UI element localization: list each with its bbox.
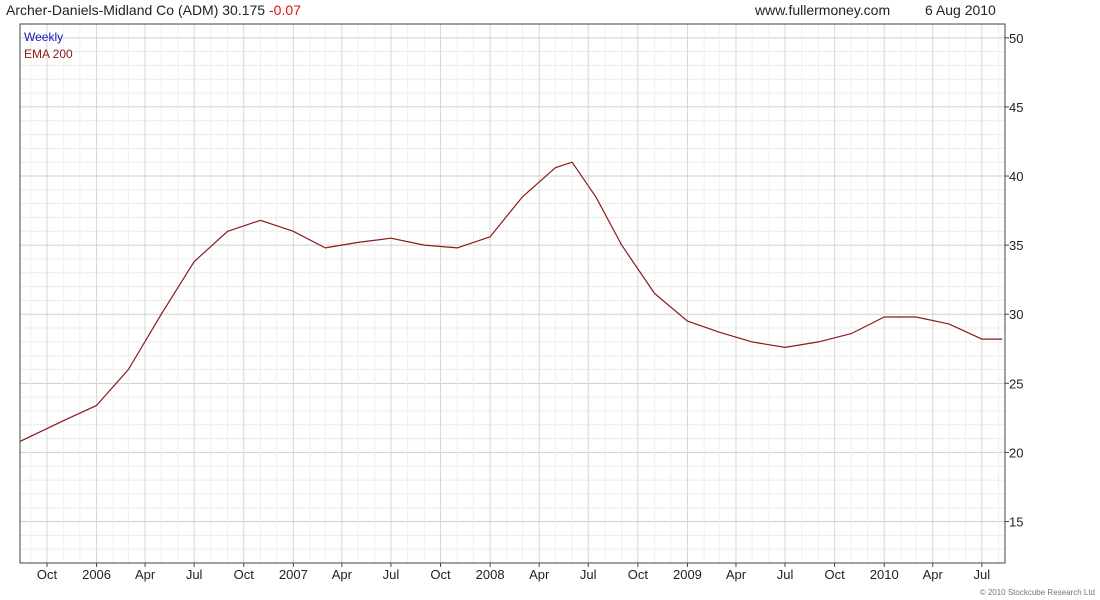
y-tick-label: 25 <box>1009 376 1023 391</box>
plot-border <box>19 23 1006 564</box>
x-tick-label: Apr <box>332 567 353 582</box>
x-tick-label: Apr <box>529 567 550 582</box>
x-tick-label: Oct <box>628 567 649 582</box>
plot-frame <box>19 23 1006 564</box>
x-tick-label: 2007 <box>279 567 308 582</box>
x-tick-label: 2010 <box>870 567 899 582</box>
chart-date: 6 Aug 2010 <box>925 2 996 18</box>
x-tick-label: Jul <box>777 567 794 582</box>
y-tick-label: 50 <box>1009 31 1023 46</box>
x-tick-label: Oct <box>825 567 846 582</box>
legend-ema: EMA 200 <box>24 47 73 61</box>
x-tick-label: 2006 <box>82 567 111 582</box>
x-tick-label: Jul <box>383 567 400 582</box>
chart-title: Archer-Daniels-Midland Co (ADM) 30.175 -… <box>6 2 301 18</box>
x-tick-label: Jul <box>580 567 597 582</box>
x-tick-label: Jul <box>186 567 203 582</box>
site-url: www.fullermoney.com <box>754 2 890 18</box>
x-tick-label: Oct <box>234 567 255 582</box>
x-tick-label: Jul <box>974 567 991 582</box>
y-tick-label: 15 <box>1009 515 1023 530</box>
y-axis: 15 20 25 30 35 40 45 50 <box>1005 31 1023 530</box>
copyright: © 2010 Stockcube Research Ltd <box>980 588 1095 597</box>
stock-chart: 15 20 25 30 35 40 45 50 Oct 2006 Apr Jul Oct 2007 Apr… <box>6 2 1095 597</box>
legend-weekly: Weekly <box>24 30 63 44</box>
y-tick-label: 45 <box>1009 100 1023 115</box>
x-tick-label: 2009 <box>673 567 702 582</box>
x-tick-label: Apr <box>923 567 944 582</box>
price-change: -0.07 <box>269 2 301 18</box>
x-axis: Oct 2006 Apr Jul Oct 2007 Apr Jul Oct 2008 Apr Jul O… <box>37 563 990 582</box>
y-tick-label: 20 <box>1009 445 1023 460</box>
x-tick-label: Oct <box>430 567 451 582</box>
x-tick-label: 2008 <box>476 567 505 582</box>
x-tick-label: Apr <box>135 567 156 582</box>
y-tick-label: 40 <box>1009 169 1023 184</box>
chart-grid <box>20 23 1005 564</box>
y-tick-label: 30 <box>1009 307 1023 322</box>
x-tick-label: Oct <box>37 567 58 582</box>
x-tick-label: Apr <box>726 567 747 582</box>
y-tick-label: 35 <box>1009 238 1023 253</box>
ticker-title: Archer-Daniels-Midland Co (ADM) 30.175 <box>6 2 265 18</box>
